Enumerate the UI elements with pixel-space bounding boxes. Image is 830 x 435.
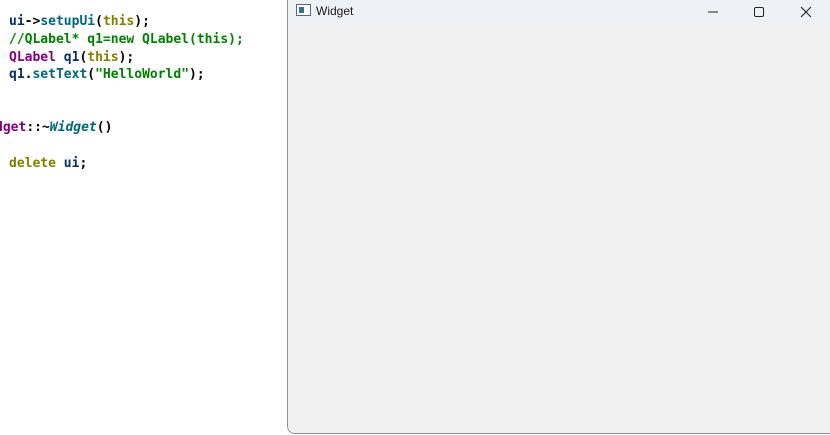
code-token: q1 — [9, 67, 25, 82]
code-token: ui — [63, 156, 80, 171]
code-token: this — [87, 50, 119, 65]
code-token: delete — [9, 156, 56, 171]
close-icon — [800, 6, 812, 18]
code-token: ( — [95, 14, 103, 29]
code-token: this — [102, 14, 135, 29]
code-line: ui->setupUi(this); — [9, 13, 150, 31]
code-line: //QLabel* q1=new QLabel(this); — [9, 31, 244, 49]
code-token: () — [96, 120, 113, 135]
minimize-button[interactable] — [690, 0, 736, 24]
code-token: ( — [87, 67, 96, 82]
window-client-area[interactable] — [288, 24, 830, 433]
code-token: ::~ — [26, 120, 50, 135]
code-line: dget::~Widget() — [0, 119, 112, 137]
code-token: ); — [189, 67, 205, 82]
widget-window[interactable]: Widget — [287, 0, 830, 434]
code-token: ); — [134, 14, 150, 29]
code-token: -> — [24, 14, 41, 29]
code-token: q1 — [63, 50, 80, 65]
code-line: q1.setText("HelloWorld"); — [9, 66, 205, 84]
code-token: ); — [118, 50, 135, 65]
maximize-icon — [754, 7, 764, 17]
code-token: setupUi — [40, 14, 96, 29]
maximize-button[interactable] — [736, 0, 782, 24]
window-title: Widget — [316, 4, 354, 18]
code-token: "HelloWorld" — [95, 67, 190, 82]
code-token: ; — [79, 156, 88, 171]
code-token: ui — [9, 14, 25, 29]
window-titlebar[interactable]: Widget — [288, 0, 830, 24]
qt-app-icon — [296, 4, 311, 16]
code-line: delete ui; — [9, 155, 87, 173]
close-button[interactable] — [783, 0, 829, 24]
code-token: setText — [32, 67, 88, 82]
code-token: Widget — [49, 120, 97, 135]
code-token: dget — [0, 120, 27, 135]
minimize-icon — [708, 11, 718, 13]
code-token: QLabel — [9, 50, 56, 65]
code-line: QLabel q1(this); — [9, 49, 134, 67]
code-token: //QLabel* q1=new QLabel(this); — [9, 32, 244, 47]
